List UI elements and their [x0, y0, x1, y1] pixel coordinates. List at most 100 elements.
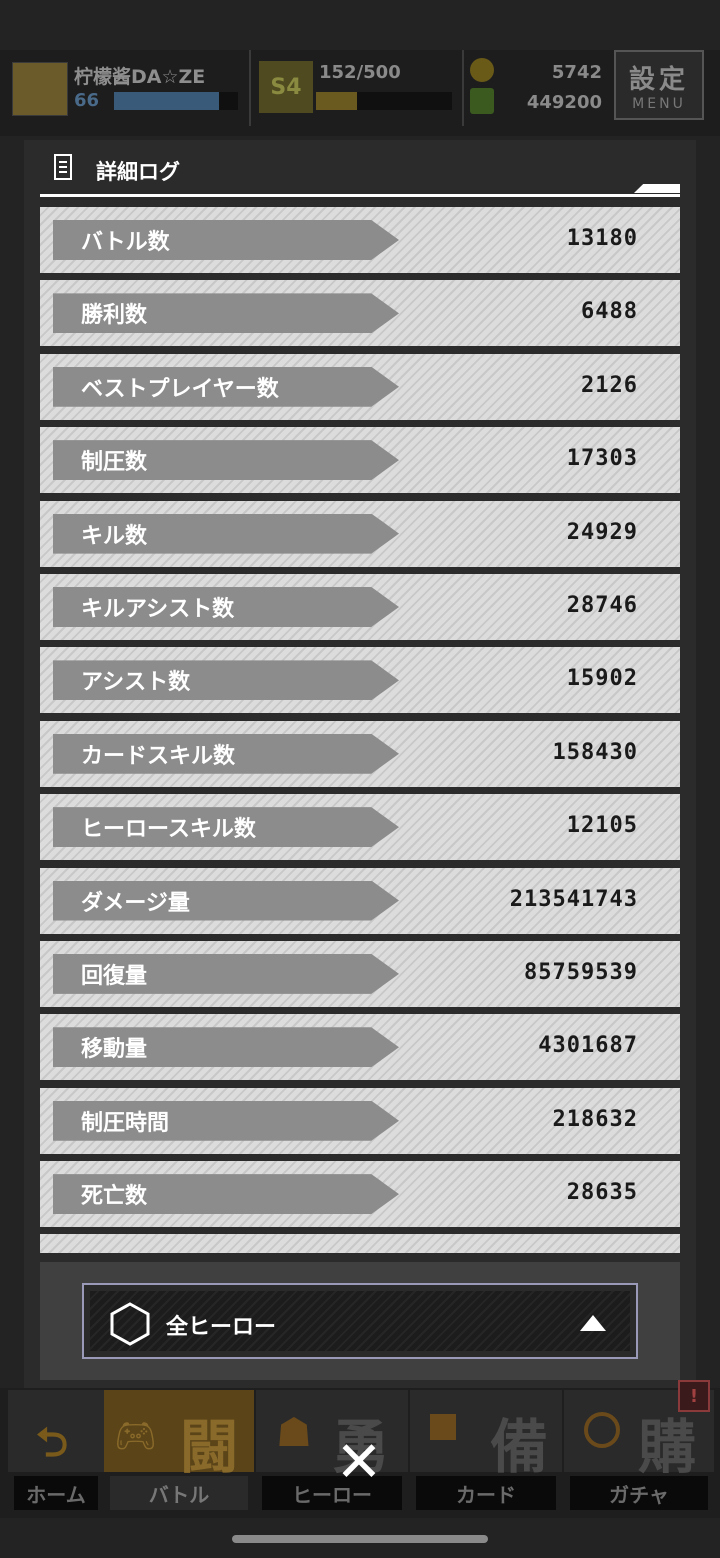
- home-indicator[interactable]: [232, 1535, 488, 1543]
- stat-row: 勝利数 6488: [40, 280, 680, 347]
- nav-battle[interactable]: 🎮︎ 闘 バトル: [104, 1390, 254, 1518]
- home-icon-bg: ⮌: [8, 1390, 104, 1472]
- stat-row: キルアシスト数 28746: [40, 573, 680, 640]
- stat-label-box: キル数: [53, 513, 399, 554]
- coin-count: 5742: [551, 62, 602, 83]
- nav-gacha-label: ガチャ: [570, 1476, 708, 1510]
- stat-label-box: 制圧時間: [53, 1100, 399, 1141]
- player-exp-bar: [114, 92, 238, 110]
- player-name: 柠檬酱DA☆ZE: [74, 66, 206, 88]
- stat-label-box: 制圧数: [53, 440, 399, 481]
- stat-label: キルアシスト数: [81, 596, 235, 622]
- stat-value: 6488: [581, 299, 638, 325]
- stat-value: 158430: [552, 739, 638, 765]
- stat-value: 15902: [566, 666, 638, 692]
- stat-label-box: 死亡数: [53, 1174, 399, 1215]
- stat-label-box: ダメージ量: [53, 880, 399, 921]
- stat-label-box: バトル数: [53, 220, 399, 260]
- stat-row-partial: [40, 1234, 680, 1253]
- stat-value: 2126: [581, 372, 638, 398]
- log-header: 詳細ログ: [40, 150, 680, 197]
- stat-label-box: カードスキル数: [53, 733, 399, 774]
- settings-menu-button[interactable]: 設定 MENU: [614, 50, 704, 120]
- controller-icon: 🎮︎: [114, 1416, 158, 1456]
- stat-label: 回復量: [81, 963, 148, 989]
- nav-hero[interactable]: ☗ 勇 ヒーロー: [256, 1390, 408, 1518]
- player-avatar[interactable]: [12, 62, 68, 116]
- player-level: 66: [74, 90, 100, 111]
- rank-progress-bar: [316, 92, 452, 110]
- card-icon-bg: 備: [410, 1390, 562, 1481]
- stat-value: 13180: [566, 226, 638, 251]
- nav-home[interactable]: ⮌ ホーム: [8, 1390, 104, 1518]
- stat-row: ベストプレイヤー数 2126: [40, 353, 680, 420]
- stat-row: バトル数 13180: [40, 207, 680, 273]
- hero-filter-select[interactable]: 全ヒーロー: [82, 1283, 638, 1359]
- stat-value: 28635: [566, 1180, 638, 1206]
- log-title: 詳細ログ: [96, 160, 180, 184]
- stat-label: 勝利数: [81, 303, 148, 329]
- stat-value: 12105: [566, 813, 638, 839]
- stat-label-box: 回復量: [53, 953, 399, 994]
- divider: [462, 50, 464, 126]
- gem-count: 449200: [526, 92, 602, 113]
- battle-kanji: 闘: [180, 1413, 239, 1481]
- chevron-up-icon: [580, 1315, 606, 1331]
- stat-value: 28746: [566, 592, 638, 618]
- stat-value: 4301687: [538, 1033, 638, 1059]
- menu-label: MENU: [632, 95, 686, 112]
- header-accent: [634, 184, 680, 193]
- filter-selected-label: 全ヒーロー: [166, 1315, 277, 1340]
- stat-value: 17303: [566, 446, 638, 472]
- nav-home-label: ホーム: [14, 1476, 98, 1510]
- stat-label-box: ヒーロースキル数: [53, 807, 399, 848]
- gacha-icon: [584, 1412, 620, 1448]
- alert-badge: !: [678, 1380, 710, 1412]
- stat-label: 移動量: [81, 1037, 148, 1063]
- gacha-kanji: 購: [638, 1413, 697, 1481]
- nav-battle-label: バトル: [110, 1476, 248, 1510]
- hero-icon-bg: ☗ 勇: [256, 1390, 408, 1481]
- stat-row: ダメージ量 213541743: [40, 867, 680, 934]
- stat-row: 制圧時間 218632: [40, 1087, 680, 1154]
- stat-label-box: アシスト数: [53, 660, 399, 701]
- card-icon: [430, 1414, 456, 1440]
- stat-row: アシスト数 15902: [40, 647, 680, 714]
- nav-card[interactable]: 備 カード: [410, 1390, 562, 1518]
- filter-inner: 全ヒーロー: [90, 1291, 630, 1351]
- coin-icon: [470, 58, 494, 82]
- stat-label-box: ベストプレイヤー数: [53, 366, 399, 407]
- nav-card-label: カード: [416, 1476, 556, 1510]
- rank-badge-icon: S4: [259, 61, 313, 113]
- rank-value: 152/500: [319, 62, 401, 83]
- menu-kanji: 設定: [628, 64, 689, 95]
- stat-row: ヒーロースキル数 12105: [40, 794, 680, 861]
- stat-label: カードスキル数: [81, 743, 236, 769]
- close-button[interactable]: ✕: [336, 1435, 383, 1491]
- stat-row: 移動量 4301687: [40, 1014, 680, 1081]
- stat-value: 213541743: [509, 886, 638, 912]
- stat-label: キル数: [81, 523, 148, 549]
- stat-label: アシスト数: [81, 670, 191, 696]
- stat-row: 制圧数 17303: [40, 427, 680, 494]
- battle-icon-bg: 🎮︎ 闘: [104, 1390, 254, 1481]
- gem-icon: [470, 88, 494, 114]
- stats-list[interactable]: バトル数 13180 勝利数 6488 ベストプレイヤー数 2126 制圧数 17303 キル数…: [40, 207, 680, 1253]
- document-icon: [54, 154, 72, 180]
- return-icon: ⮌: [36, 1420, 69, 1466]
- hero-icon: ☗: [276, 1410, 312, 1456]
- divider: [249, 50, 251, 126]
- stat-label: 制圧数: [81, 450, 148, 476]
- stat-row: 死亡数 28635: [40, 1161, 680, 1228]
- stat-label-box: 移動量: [53, 1027, 399, 1068]
- player-exp-fill: [114, 92, 220, 110]
- stat-label: 制圧時間: [81, 1110, 170, 1136]
- stat-label: 死亡数: [81, 1184, 148, 1210]
- hexagon-icon: [110, 1302, 150, 1346]
- stat-row: キル数 24929: [40, 500, 680, 567]
- rank-progress-fill: [316, 92, 357, 110]
- stat-value: 85759539: [524, 959, 638, 985]
- stat-value: 218632: [552, 1106, 638, 1132]
- stat-label-box: 勝利数: [53, 293, 399, 334]
- stat-row: カードスキル数 158430: [40, 720, 680, 787]
